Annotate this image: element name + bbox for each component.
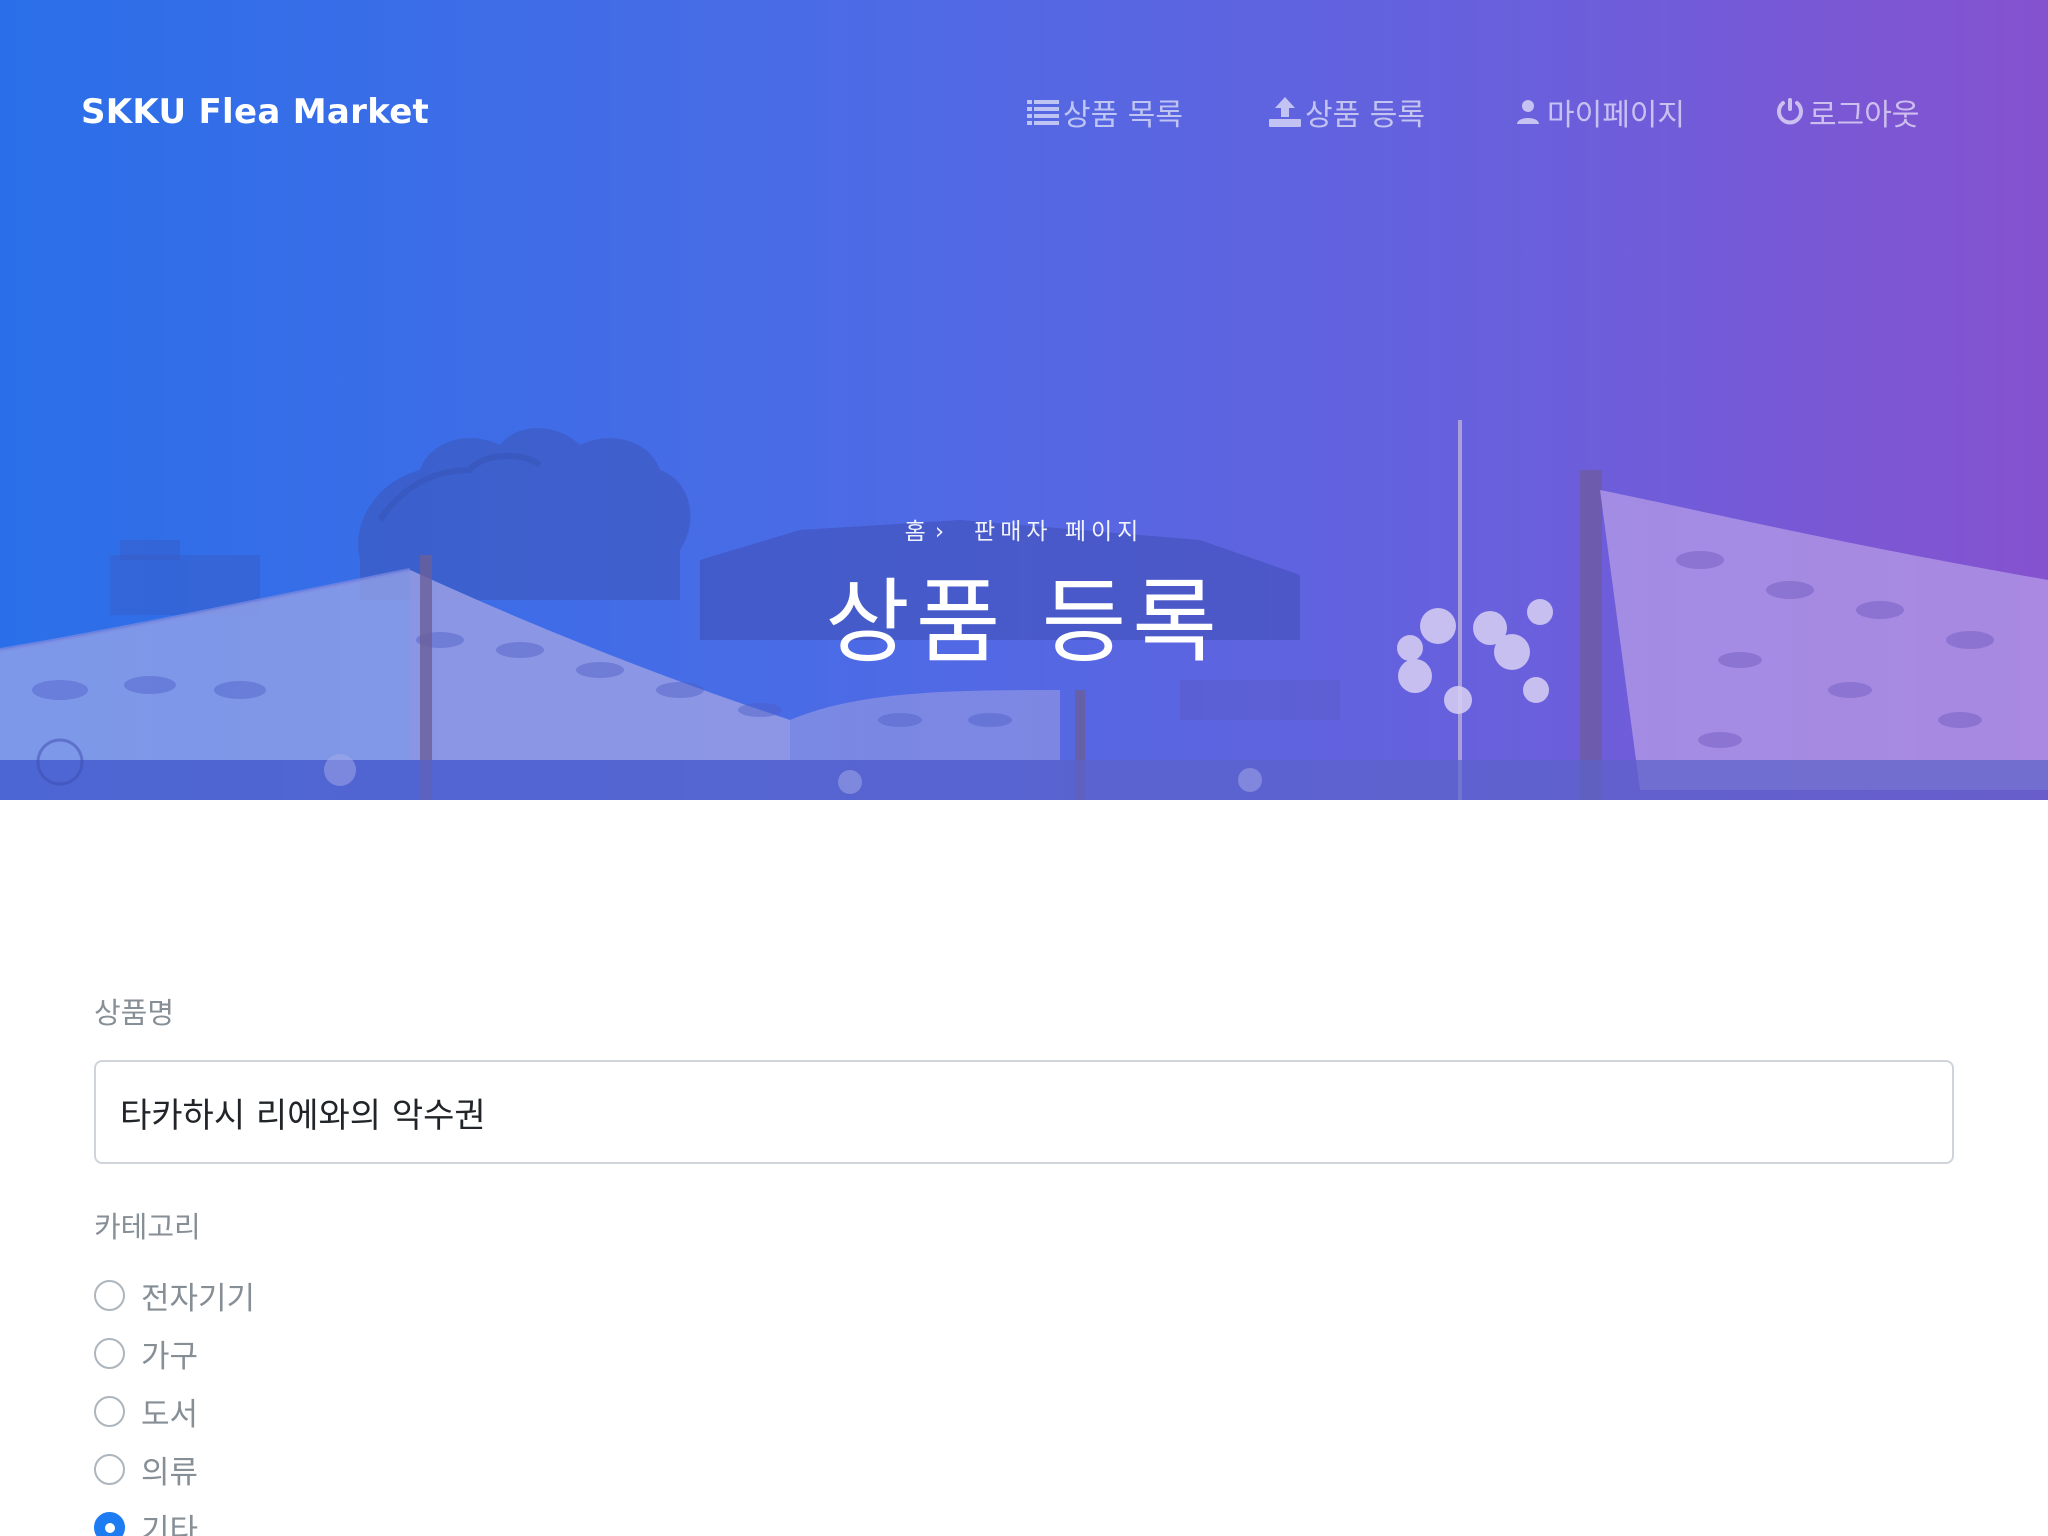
radio-label: 의류 [141, 1454, 199, 1491]
category-option-etc[interactable]: 기타 [94, 1498, 1954, 1536]
radio-button[interactable] [94, 1395, 125, 1427]
upload-icon [1269, 97, 1301, 127]
nav-item-product-list[interactable]: 상품 목록 [1027, 90, 1183, 134]
breadcrumb-current: 판매자 페이지 [974, 519, 1144, 545]
product-register-form: 상품명 타카하시 리에와의 악수권 카테고리 전자기기 가구 도서 의류 기타 [94, 990, 1954, 1536]
user-icon [1513, 99, 1543, 125]
list-icon [1027, 98, 1059, 126]
chevron-right-icon: › [934, 519, 945, 545]
radio-button[interactable] [94, 1279, 125, 1311]
radio-label: 도서 [141, 1396, 199, 1433]
radio-button[interactable] [94, 1511, 125, 1536]
radio-button[interactable] [94, 1453, 125, 1485]
radio-label: 전자기기 [141, 1280, 256, 1317]
radio-label: 기타 [141, 1512, 199, 1536]
category-option-clothing[interactable]: 의류 [94, 1440, 1954, 1498]
nav-item-label: 상품 목록 [1063, 98, 1183, 133]
nav-item-label: 마이페이지 [1547, 98, 1685, 133]
category-option-electronics[interactable]: 전자기기 [94, 1266, 1954, 1324]
category-option-furniture[interactable]: 가구 [94, 1324, 1954, 1382]
top-navbar: SKKU Flea Market 상품 목록 상품 등록 마이페이지 로그아웃 [0, 0, 2048, 230]
product-name-value: 타카하시 리에와의 악수권 [120, 1095, 486, 1136]
brand-logo[interactable]: SKKU Flea Market [81, 92, 429, 132]
radio-label: 가구 [141, 1338, 199, 1375]
product-name-input[interactable]: 타카하시 리에와의 악수권 [94, 1060, 1954, 1164]
page-title: 상품 등록 [825, 569, 1223, 676]
breadcrumb: 홈 › 판매자 페이지 [0, 512, 2048, 546]
nav-item-product-register[interactable]: 상품 등록 [1269, 90, 1425, 134]
nav-item-label: 로그아웃 [1809, 98, 1920, 133]
nav-item-label: 상품 등록 [1305, 98, 1425, 133]
power-icon [1775, 97, 1805, 127]
breadcrumb-home[interactable]: 홈 [905, 519, 931, 545]
category-radio-group: 전자기기 가구 도서 의류 기타 [94, 1266, 1954, 1536]
nav-item-mypage[interactable]: 마이페이지 [1513, 90, 1685, 134]
hero-banner: SKKU Flea Market 상품 목록 상품 등록 마이페이지 로그아웃 … [0, 0, 2048, 800]
category-label: 카테고리 [94, 1210, 201, 1244]
radio-button[interactable] [94, 1337, 125, 1369]
nav-item-logout[interactable]: 로그아웃 [1775, 90, 1919, 134]
category-option-books[interactable]: 도서 [94, 1382, 1954, 1440]
product-name-label: 상품명 [94, 996, 175, 1030]
